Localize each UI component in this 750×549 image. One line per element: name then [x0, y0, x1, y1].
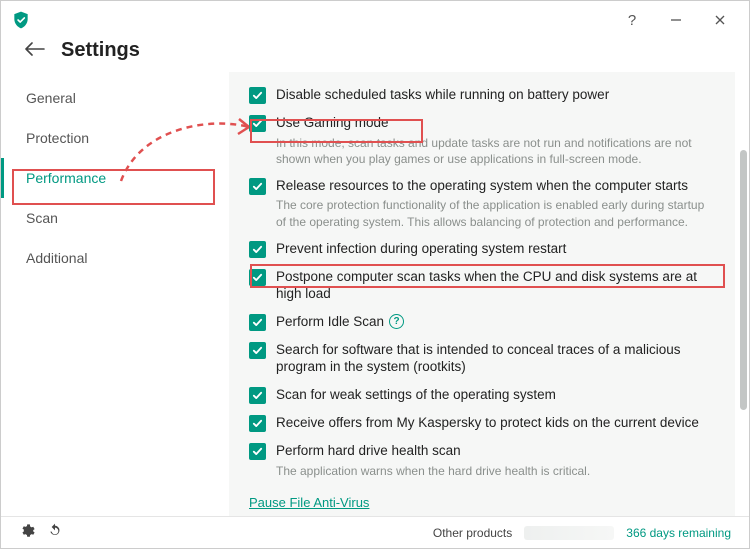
sidebar: General Protection Performance Scan Addi… [1, 72, 229, 516]
option-row: Search for software that is intended to … [249, 341, 715, 376]
refresh-icon[interactable] [47, 523, 63, 542]
app-window: ? Settings General Protection Performanc… [0, 0, 750, 549]
checkbox[interactable] [249, 87, 266, 104]
other-products-link[interactable]: Other products [433, 526, 512, 540]
option-description: The core protection functionality of the… [276, 197, 715, 229]
checkbox[interactable] [249, 269, 266, 286]
checkbox[interactable] [249, 241, 266, 258]
sidebar-item-scan[interactable]: Scan [1, 198, 229, 238]
option-label: Postpone computer scan tasks when the CP… [276, 268, 715, 303]
option-row: Perform hard drive health scan The applic… [249, 442, 715, 479]
sidebar-item-performance[interactable]: Performance [1, 158, 229, 198]
option-main: Perform Idle Scan? [276, 313, 715, 331]
titlebar-left [11, 10, 31, 30]
checkbox[interactable] [249, 115, 266, 132]
window-controls: ? [619, 7, 743, 33]
option-label-text: Search for software that is intended to … [276, 341, 715, 376]
sidebar-item-general[interactable]: General [1, 78, 229, 118]
option-row: Perform Idle Scan? [249, 313, 715, 331]
checkbox[interactable] [249, 314, 266, 331]
minimize-button[interactable] [663, 7, 689, 33]
option-label: Disable scheduled tasks while running on… [276, 86, 715, 104]
checkbox[interactable] [249, 178, 266, 195]
option-label: Release resources to the operating syste… [276, 177, 715, 195]
option-label: Search for software that is intended to … [276, 341, 715, 376]
option-row: Use Gaming mode In this mode, scan tasks … [249, 114, 715, 167]
option-description: The application warns when the hard driv… [276, 463, 715, 479]
option-label-text: Disable scheduled tasks while running on… [276, 86, 609, 104]
pause-antivirus-link[interactable]: Pause File Anti-Virus [249, 495, 369, 510]
option-label-text: Perform hard drive health scan [276, 442, 461, 460]
footer: Other products 366 days remaining [1, 516, 749, 548]
option-main: Perform hard drive health scan The applic… [276, 442, 715, 479]
help-icon[interactable]: ? [389, 314, 404, 329]
option-row: Postpone computer scan tasks when the CP… [249, 268, 715, 303]
option-main: Postpone computer scan tasks when the CP… [276, 268, 715, 303]
option-row: Scan for weak settings of the operating … [249, 386, 715, 404]
close-button[interactable] [707, 7, 733, 33]
body: General Protection Performance Scan Addi… [1, 72, 749, 516]
option-label-text: Release resources to the operating syste… [276, 177, 688, 195]
option-description: In this mode, scan tasks and update task… [276, 135, 715, 167]
titlebar: ? [1, 1, 749, 39]
checkbox[interactable] [249, 415, 266, 432]
option-label: Perform Idle Scan? [276, 313, 715, 331]
option-label-text: Postpone computer scan tasks when the CP… [276, 268, 715, 303]
option-label: Perform hard drive health scan [276, 442, 715, 460]
option-main: Use Gaming mode In this mode, scan tasks … [276, 114, 715, 167]
sidebar-item-protection[interactable]: Protection [1, 118, 229, 158]
scrollbar[interactable] [740, 150, 747, 410]
option-main: Search for software that is intended to … [276, 341, 715, 376]
checkbox[interactable] [249, 342, 266, 359]
option-main: Receive offers from My Kaspersky to prot… [276, 414, 715, 432]
option-row: Prevent infection during operating syste… [249, 240, 715, 258]
content-wrap: Disable scheduled tasks while running on… [229, 72, 749, 516]
app-shield-icon [11, 10, 31, 30]
option-label-text: Receive offers from My Kaspersky to prot… [276, 414, 699, 432]
option-main: Disable scheduled tasks while running on… [276, 86, 715, 104]
option-label-text: Use Gaming mode [276, 114, 389, 132]
option-label-text: Perform Idle Scan [276, 313, 384, 331]
option-main: Scan for weak settings of the operating … [276, 386, 715, 404]
settings-gear-icon[interactable] [19, 523, 35, 542]
option-row: Disable scheduled tasks while running on… [249, 86, 715, 104]
option-label-text: Scan for weak settings of the operating … [276, 386, 556, 404]
sidebar-item-additional[interactable]: Additional [1, 238, 229, 278]
option-row: Release resources to the operating syste… [249, 177, 715, 230]
option-label: Scan for weak settings of the operating … [276, 386, 715, 404]
product-chip [524, 526, 614, 540]
option-label: Prevent infection during operating syste… [276, 240, 715, 258]
checkbox[interactable] [249, 387, 266, 404]
option-main: Prevent infection during operating syste… [276, 240, 715, 258]
option-row: Receive offers from My Kaspersky to prot… [249, 414, 715, 432]
option-label-text: Prevent infection during operating syste… [276, 240, 566, 258]
option-label: Use Gaming mode [276, 114, 715, 132]
page-header: Settings [1, 39, 749, 72]
days-remaining[interactable]: 366 days remaining [626, 526, 731, 540]
checkbox[interactable] [249, 443, 266, 460]
option-main: Release resources to the operating syste… [276, 177, 715, 230]
option-label: Receive offers from My Kaspersky to prot… [276, 414, 715, 432]
settings-panel: Disable scheduled tasks while running on… [229, 72, 735, 516]
help-button[interactable]: ? [619, 7, 645, 33]
page-title: Settings [61, 39, 140, 62]
back-button[interactable] [25, 40, 47, 61]
